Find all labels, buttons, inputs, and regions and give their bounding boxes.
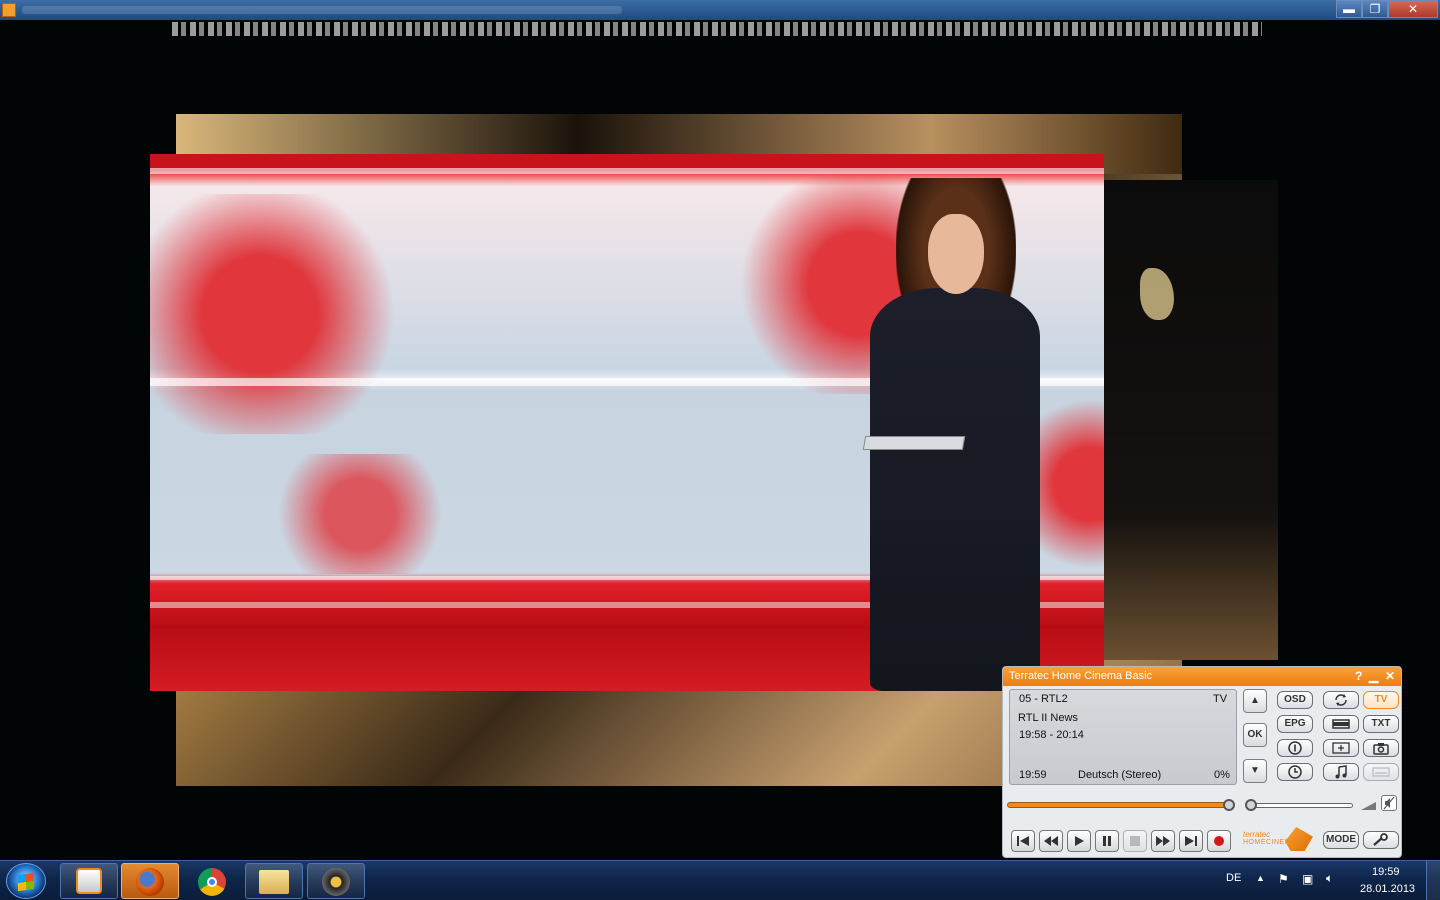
- network-icon[interactable]: ▣: [1302, 872, 1313, 886]
- fast-forward-button[interactable]: [1151, 830, 1175, 852]
- seek-bar[interactable]: [1007, 802, 1233, 808]
- media-player-icon: [76, 868, 102, 894]
- app-icon: [2, 3, 16, 17]
- skip-back-icon: [1017, 836, 1029, 846]
- video-background-right: [1104, 180, 1278, 660]
- taskbar: DE ▲ ⚑ ▣ 🔈︎ 19:59 28.01.2013: [0, 860, 1440, 900]
- minimize-button[interactable]: ▬: [1336, 0, 1362, 18]
- show-hidden-icons-icon[interactable]: ▲: [1256, 873, 1265, 883]
- current-time: 19:59: [1019, 769, 1047, 781]
- program-title: RTL II News: [1018, 712, 1078, 724]
- show-desktop-button[interactable]: [1426, 861, 1440, 900]
- ok-button[interactable]: OK: [1243, 723, 1267, 747]
- music-note-icon: [1335, 765, 1347, 779]
- pause-button[interactable]: [1095, 830, 1119, 852]
- refresh-button[interactable]: [1323, 691, 1359, 709]
- terratec-logo: terratec HOMECINEMA: [1241, 827, 1315, 853]
- mute-button[interactable]: [1381, 795, 1397, 811]
- audio-button[interactable]: [1323, 763, 1359, 781]
- maximize-button[interactable]: ❐: [1362, 0, 1388, 18]
- stop-icon: [1130, 836, 1140, 846]
- skip-forward-icon: [1185, 836, 1197, 846]
- player-close-button[interactable]: ✕: [1385, 669, 1395, 683]
- window-title: [22, 6, 622, 14]
- next-button[interactable]: [1179, 830, 1203, 852]
- progress-percent: 0%: [1214, 769, 1230, 781]
- clock-time[interactable]: 19:59: [1372, 866, 1400, 878]
- pause-icon: [1103, 836, 1111, 846]
- info-display: 05 - RTL2 TV RTL II News 19:58 - 20:14 1…: [1009, 689, 1237, 785]
- firefox-icon: [136, 868, 164, 896]
- volume-icon[interactable]: 🔈︎: [1326, 871, 1333, 886]
- start-button[interactable]: [6, 863, 46, 899]
- info-button[interactable]: [1277, 739, 1313, 757]
- rewind-icon: [1044, 836, 1058, 846]
- tv-button[interactable]: TV: [1363, 691, 1399, 709]
- video-ticker: [172, 22, 1262, 36]
- mode-indicator: TV: [1213, 693, 1228, 705]
- help-button[interactable]: ?: [1355, 669, 1362, 683]
- player-titlebar: Terratec Home Cinema Basic ? ▁ ✕: [1003, 667, 1401, 686]
- taskbar-item-chrome[interactable]: [183, 863, 241, 899]
- play-icon: [1075, 836, 1084, 846]
- subtitle-icon: [1372, 767, 1390, 777]
- play-button[interactable]: [1067, 830, 1091, 852]
- seek-handle[interactable]: [1223, 799, 1235, 811]
- mute-icon: [1383, 796, 1395, 810]
- terratec-icon: [322, 868, 350, 896]
- teletext-button[interactable]: TXT: [1363, 715, 1399, 733]
- player-minimize-button[interactable]: ▁: [1369, 669, 1378, 683]
- mode-button[interactable]: MODE: [1323, 831, 1359, 849]
- taskbar-item-media-player[interactable]: [60, 863, 118, 899]
- wrench-icon: [1373, 833, 1388, 846]
- news-studio-frame: [150, 154, 1104, 691]
- terratec-player-window: Terratec Home Cinema Basic ? ▁ ✕ 05 - RT…: [1002, 666, 1402, 858]
- stop-button[interactable]: [1123, 830, 1147, 852]
- fullscreen-icon: [1332, 742, 1350, 754]
- timer-button[interactable]: [1277, 763, 1313, 781]
- previous-button[interactable]: [1011, 830, 1035, 852]
- widescreen-button[interactable]: [1323, 715, 1359, 733]
- snapshot-button[interactable]: [1363, 739, 1399, 757]
- channel-name: 05 - RTL2: [1019, 693, 1068, 705]
- settings-button[interactable]: [1363, 831, 1399, 849]
- record-button[interactable]: [1207, 830, 1231, 852]
- channel-down-button[interactable]: ▼: [1243, 759, 1267, 783]
- folder-icon: [259, 870, 289, 894]
- camera-icon: [1373, 743, 1389, 755]
- record-icon: [1214, 836, 1224, 846]
- taskbar-item-explorer[interactable]: [245, 863, 303, 899]
- clock-date[interactable]: 28.01.2013: [1360, 883, 1415, 895]
- desktop: { "window": { "min_glyph": "▬", "max_gly…: [0, 0, 1440, 900]
- close-button[interactable]: ✕: [1388, 0, 1438, 18]
- player-title: Terratec Home Cinema Basic: [1009, 670, 1153, 682]
- volume-slider[interactable]: [1249, 803, 1353, 808]
- refresh-icon: [1335, 694, 1347, 706]
- rewind-button[interactable]: [1039, 830, 1063, 852]
- channel-up-button[interactable]: ▲: [1243, 689, 1267, 713]
- window-titlebar: ▬ ❐ ✕: [0, 0, 1440, 20]
- fullscreen-button[interactable]: [1323, 739, 1359, 757]
- clock-icon: [1288, 765, 1302, 779]
- windows-logo-icon: [18, 872, 34, 892]
- news-presenter: [850, 178, 1060, 691]
- program-time-range: 19:58 - 20:14: [1019, 729, 1084, 741]
- volume-handle[interactable]: [1245, 799, 1257, 811]
- language-indicator[interactable]: DE: [1226, 872, 1241, 884]
- action-center-flag-icon[interactable]: ⚑: [1278, 872, 1289, 886]
- widescreen-icon: [1332, 719, 1350, 729]
- fast-forward-icon: [1156, 836, 1170, 846]
- audio-track: Deutsch (Stereo): [1078, 769, 1162, 781]
- taskbar-item-terratec[interactable]: [307, 863, 365, 899]
- taskbar-item-firefox[interactable]: [121, 863, 179, 899]
- subtitle-button[interactable]: [1363, 763, 1399, 781]
- osd-button[interactable]: OSD: [1277, 691, 1313, 709]
- epg-button[interactable]: EPG: [1277, 715, 1313, 733]
- volume-level-icon: [1361, 798, 1377, 816]
- info-icon: [1288, 741, 1302, 755]
